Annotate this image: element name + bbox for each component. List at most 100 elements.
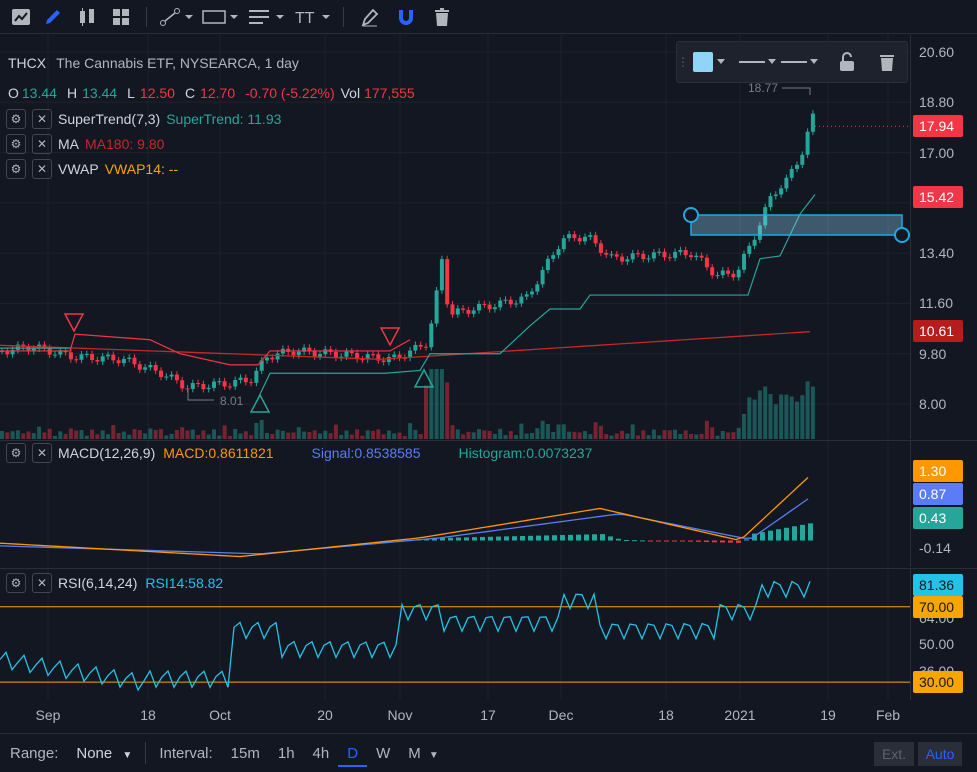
volume-bar bbox=[312, 430, 317, 439]
line-width-button[interactable] bbox=[781, 59, 827, 65]
volume-bar bbox=[392, 433, 397, 439]
candle-body bbox=[540, 270, 545, 285]
line-style-button[interactable] bbox=[739, 59, 781, 65]
candle-body bbox=[323, 349, 328, 355]
settings-icon[interactable]: ⚙ bbox=[6, 158, 26, 179]
macd-legend: ⚙ ✕ MACD(12,26,9) MACD:0.8611821 Signal:… bbox=[6, 440, 592, 465]
candle-body bbox=[243, 377, 248, 383]
settings-icon[interactable]: ⚙ bbox=[6, 442, 26, 463]
auto-button[interactable]: Auto bbox=[918, 742, 962, 766]
close-icon[interactable]: ✕ bbox=[32, 572, 52, 593]
interval-d[interactable]: D bbox=[338, 745, 368, 767]
histogram-bar bbox=[568, 534, 573, 541]
price-axis[interactable]: 20.6018.8017.0015.2013.4011.609.808.0017… bbox=[910, 35, 977, 439]
text-icon[interactable]: TT bbox=[289, 2, 335, 32]
lines-icon[interactable] bbox=[243, 2, 289, 32]
vol-label: Vol bbox=[340, 85, 361, 101]
volume-bar bbox=[159, 429, 163, 439]
range-dropdown[interactable]: None ▼ bbox=[67, 745, 141, 762]
candle-body bbox=[312, 351, 317, 357]
candle-body bbox=[609, 254, 614, 256]
close-icon[interactable]: ✕ bbox=[32, 158, 52, 179]
macd-axis[interactable]: -0.14 1.30 0.87 0.43 bbox=[910, 440, 977, 567]
close-icon[interactable]: ✕ bbox=[32, 133, 52, 154]
candle-body bbox=[726, 270, 731, 274]
candle-body bbox=[551, 255, 556, 259]
volume-bar bbox=[132, 429, 137, 439]
candle-body bbox=[567, 234, 572, 239]
pencil-icon[interactable] bbox=[36, 2, 70, 32]
volume-bar bbox=[84, 435, 89, 439]
highlighter-icon[interactable] bbox=[352, 2, 388, 32]
candle-body bbox=[630, 253, 635, 260]
histogram-bar bbox=[760, 532, 765, 541]
chart-icon[interactable] bbox=[6, 2, 36, 32]
volume-bar bbox=[678, 433, 683, 439]
candles-icon[interactable] bbox=[70, 2, 104, 32]
volume-bar bbox=[37, 426, 42, 439]
close-icon[interactable]: ✕ bbox=[32, 442, 52, 463]
candle-body bbox=[699, 255, 704, 258]
volume-bar bbox=[206, 434, 211, 439]
candle-body bbox=[577, 238, 582, 242]
volume-bar bbox=[386, 430, 391, 439]
candle-body bbox=[625, 259, 630, 262]
interval-label: Interval: bbox=[159, 744, 213, 762]
candle-body bbox=[233, 379, 238, 387]
c-label: C bbox=[184, 85, 196, 101]
volume-bar bbox=[773, 404, 778, 439]
volume-bar bbox=[789, 396, 794, 439]
candle-body bbox=[291, 351, 296, 356]
volume-bar bbox=[720, 431, 725, 439]
ticker: THCX bbox=[8, 55, 47, 71]
ext-button[interactable]: Ext. bbox=[874, 742, 914, 766]
volume-bar bbox=[630, 424, 635, 439]
volume-bar bbox=[461, 434, 466, 439]
trendline-icon[interactable] bbox=[155, 2, 197, 32]
time-axis[interactable]: Sep 18 Oct 20 Nov 17 Dec 18 2021 19 Feb bbox=[0, 700, 910, 732]
unlock-icon[interactable] bbox=[827, 52, 867, 72]
interval-4h[interactable]: 4h bbox=[304, 745, 339, 762]
settings-icon[interactable]: ⚙ bbox=[6, 572, 26, 593]
interval-w[interactable]: W bbox=[367, 745, 399, 762]
settings-icon[interactable]: ⚙ bbox=[6, 133, 26, 154]
interval-15m[interactable]: 15m bbox=[222, 745, 269, 762]
candle-body bbox=[413, 344, 418, 351]
volume-bar bbox=[641, 430, 646, 439]
candle-body bbox=[795, 164, 799, 169]
rsi-axis[interactable]: 64.0050.0036.0081.3670.0030.00 bbox=[910, 568, 977, 700]
volume-bar bbox=[556, 424, 561, 439]
volume-bar bbox=[360, 435, 365, 439]
fill-color-button[interactable] bbox=[693, 52, 739, 72]
magnet-icon[interactable] bbox=[388, 2, 424, 32]
histogram-bar bbox=[488, 536, 493, 541]
candle-body bbox=[381, 360, 386, 363]
trash-icon[interactable] bbox=[424, 2, 460, 32]
macd-value: MACD:0.8611821 bbox=[163, 444, 274, 461]
close-icon[interactable]: ✕ bbox=[32, 108, 52, 129]
candle-body bbox=[212, 381, 216, 388]
candle-body bbox=[593, 235, 598, 244]
candle-body bbox=[598, 243, 603, 253]
delete-drawing-icon[interactable] bbox=[867, 52, 907, 72]
candle-body bbox=[498, 300, 503, 308]
settings-icon[interactable]: ⚙ bbox=[6, 108, 26, 129]
candle-body bbox=[386, 356, 391, 363]
volume-bar bbox=[540, 420, 545, 439]
volume-bar bbox=[715, 435, 720, 439]
interval-1h[interactable]: 1h bbox=[269, 745, 304, 762]
interval-m-dropdown[interactable]: M ▼ bbox=[399, 745, 448, 762]
candle-body bbox=[657, 251, 662, 253]
indicator-value: SuperTrend: 11.93 bbox=[166, 110, 282, 127]
l-label: L bbox=[127, 85, 135, 101]
candle-body bbox=[206, 387, 211, 390]
candle-body bbox=[503, 299, 508, 301]
histogram-bar bbox=[448, 537, 453, 541]
volume-bar bbox=[307, 432, 312, 439]
rectangle-icon[interactable] bbox=[197, 2, 243, 32]
grid-icon[interactable] bbox=[104, 2, 138, 32]
volume-bar bbox=[424, 385, 428, 439]
histogram-bar bbox=[744, 539, 749, 541]
price-tick-label: 18.80 bbox=[919, 94, 955, 111]
drag-handle-icon[interactable]: ⋮⋮ bbox=[677, 55, 701, 69]
